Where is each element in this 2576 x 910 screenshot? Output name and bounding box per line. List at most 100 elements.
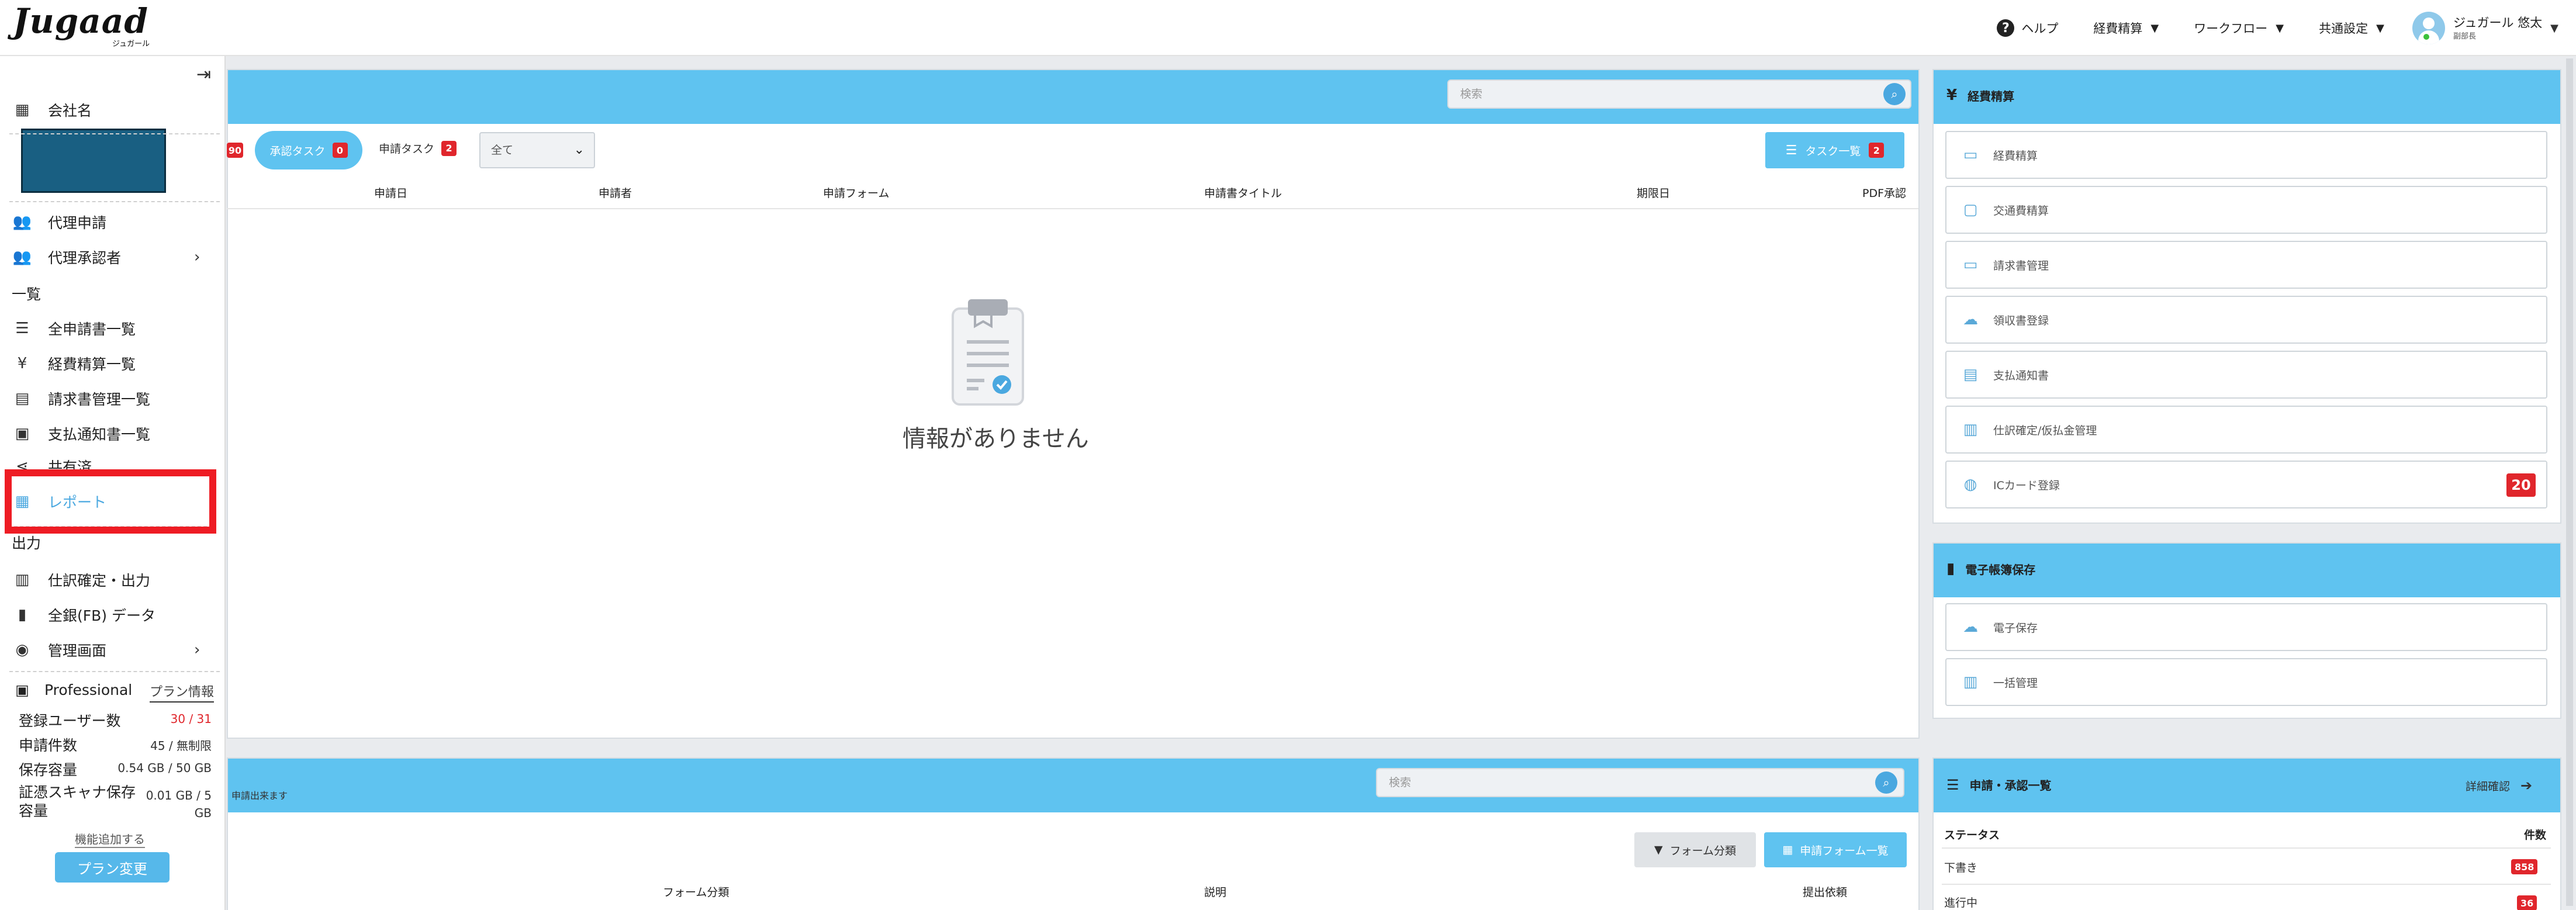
task-list-label: タスク一覧 [1805,144,1861,158]
tab-apply-task[interactable]: 申請タスク 2 [379,140,457,156]
sidebar-item-expense-list[interactable]: ¥ 経費精算一覧 [12,353,136,374]
task-filter-select[interactable]: 全て ⌄ [479,132,595,168]
menu-e-storage[interactable]: ☁ 電子保存 [1945,603,2547,651]
section-output: 出力 [12,535,42,552]
journal-icon: ▥ [1963,421,1978,438]
ebook-card-title: ▮ 電子帳簿保存 [1946,560,2035,577]
app-logo[interactable]: Jugaad ジュガール [13,4,153,49]
menu-label: 支払通知書 [1993,369,2049,382]
tab-label: 申請タスク [379,143,435,155]
list-icon: ☰ [15,320,29,337]
menu-bulk-manage[interactable]: ▥ 一括管理 [1945,658,2547,706]
nav-settings-label: 共通設定 [2319,22,2368,36]
menu-invoice[interactable]: ▭ 請求書管理 [1945,241,2547,289]
col-description: 説明 [1204,886,1227,899]
sidebar-item-label: 支払通知書一覧 [48,426,151,443]
caret-down-icon: ▼ [2150,22,2159,34]
forms-panel: 申請出来ます 検索 ⌕ ▼ フォーム分類 ▦ 申請フォーム一覧 フォーム分類 説… [227,757,1920,910]
expense-card-header [1934,70,2560,124]
logo-kana: ジュガール [112,40,150,49]
task-list-button[interactable]: ☰ タスク一覧 2 [1765,132,1904,168]
nav-workflow-label: ワークフロー [2194,22,2268,36]
sidebar-item-proxy-approver[interactable]: 👥 代理承認者 › [12,247,214,268]
stat-storage-value: 0.54 GB / 50 GB [117,761,212,775]
menu-label: 仕訳確定/仮払金管理 [1993,424,2097,437]
plan-change-button[interactable]: プラン変更 [55,852,170,883]
sidebar-item-journal-output[interactable]: ▥ 仕訳確定・出力 [12,569,150,590]
sidebar-collapse-icon[interactable]: ⇥ [196,64,211,85]
task-search-input[interactable]: 検索 [1447,79,1911,109]
nav-workflow[interactable]: ワークフロー ▼ [2194,19,2284,37]
stat-applications-label: 申請件数 [19,737,78,754]
users-icon: 👥 [12,213,32,231]
nav-expense[interactable]: 経費精算 ▼ [2093,19,2159,37]
search-placeholder: 検索 [1460,88,1483,101]
sidebar-item-label: 経費精算一覧 [48,356,136,373]
search-icon[interactable]: ⌕ [1875,771,1897,794]
yen-icon: ¥ [17,355,27,372]
stat-scanner-value: 0.01 GB / 5 GB [146,788,212,820]
company-name-box[interactable] [21,129,166,193]
menu-transport[interactable]: ▢ 交通費精算 [1945,186,2547,234]
train-icon: ▢ [1963,201,1978,219]
user-info: ジュガール 悠太 副部長 [2453,16,2542,41]
sidebar-item-fb-data[interactable]: ▮ 全銀(FB) データ [12,604,155,625]
sidebar-item-invoice-list[interactable]: ▤ 請求書管理一覧 [12,388,150,409]
stat-scanner-label: 証憑スキャナ保存容量 [19,784,136,819]
journal-icon: ▥ [15,571,30,589]
help-label: ヘルプ [2021,22,2059,36]
sidebar-item-payment-notice-list[interactable]: ▣ 支払通知書一覧 [12,423,150,444]
top-header: Jugaad ジュガール ? ヘルプ 経費精算 ▼ ワークフロー ▼ 共通設定 … [0,0,2576,56]
stat-users-value: 30 / 31 [170,712,212,726]
sidebar-item-all-applications[interactable]: ☰ 全申請書一覧 [12,318,136,339]
help-link[interactable]: ? ヘルプ [1997,19,2058,37]
users-icon: 👥 [12,248,32,266]
cloud-upload-icon: ☁ [1963,311,1978,328]
expense-card-title: ¥ 経費精算 [1946,86,2014,104]
help-icon: ? [1997,19,2015,37]
nav-settings[interactable]: 共通設定 ▼ [2319,19,2384,37]
status-draft[interactable]: 下書き [1944,859,1977,875]
nav-expense-label: 経費精算 [2093,22,2143,36]
menu-payment-notice[interactable]: ▤ 支払通知書 [1945,351,2547,399]
col-form: 申請フォーム [823,187,890,200]
menu-label: 一括管理 [1993,676,2038,690]
add-feature-link[interactable]: 機能追加する [75,830,145,848]
card-icon: ▭ [1963,256,1978,274]
sidebar-item-proxy-apply[interactable]: 👥 代理申請 [12,212,106,233]
divider [9,671,220,672]
menu-receipt[interactable]: ☁ 領収書登録 [1945,296,2547,344]
draft-count-badge: 858 [2511,859,2538,874]
scrollbar[interactable] [2566,58,2573,906]
approval-detail-link[interactable]: 詳細確認 ➔ [2466,777,2532,794]
menu-expense[interactable]: ▭ 経費精算 [1945,131,2547,179]
sidebar-item-label: 全銀(FB) データ [48,607,155,624]
form-category-filter-button[interactable]: ▼ フォーム分類 [1634,832,1756,867]
invoice-icon: ▤ [15,390,30,407]
plan-info-link[interactable]: プラン情報 [150,681,215,703]
user-menu[interactable]: ジュガール 悠太 副部長 ▼ [2412,12,2558,44]
col-applicant: 申請者 [599,187,632,200]
user-role: 副部長 [2453,32,2476,41]
approval-card-title: ☰ 申請・承認一覧 [1946,776,2052,793]
sidebar-item-admin[interactable]: ◉ 管理画面 › [12,639,214,660]
status-in-progress[interactable]: 進行中 [1944,894,1977,910]
plan-icon: ▣ [15,681,29,698]
search-icon[interactable]: ⌕ [1883,83,1906,105]
file-icon: ▮ [18,606,27,624]
chevron-right-icon: › [194,641,200,659]
chevron-right-icon: › [194,248,200,266]
forms-search-input[interactable]: 検索 [1376,768,1904,797]
ic-card-count-badge: 20 [2506,473,2536,497]
divider [1942,884,2551,885]
filter-icon: ▼ [1654,843,1663,856]
tab-approve-task[interactable]: 承認タスク 0 [255,131,362,169]
form-list-button[interactable]: ▦ 申請フォーム一覧 [1764,832,1907,867]
company-label: 会社名 [48,102,92,119]
sidebar-item-label: 代理承認者 [48,250,122,267]
menu-label: 経費精算 [1993,149,2038,162]
user-name: ジュガール 悠太 [2453,15,2543,30]
menu-journal[interactable]: ▥ 仕訳確定/仮払金管理 [1945,406,2547,454]
menu-ic-card[interactable]: ◍ ICカード登録 20 [1945,461,2547,508]
building-icon: ▦ [15,101,30,119]
